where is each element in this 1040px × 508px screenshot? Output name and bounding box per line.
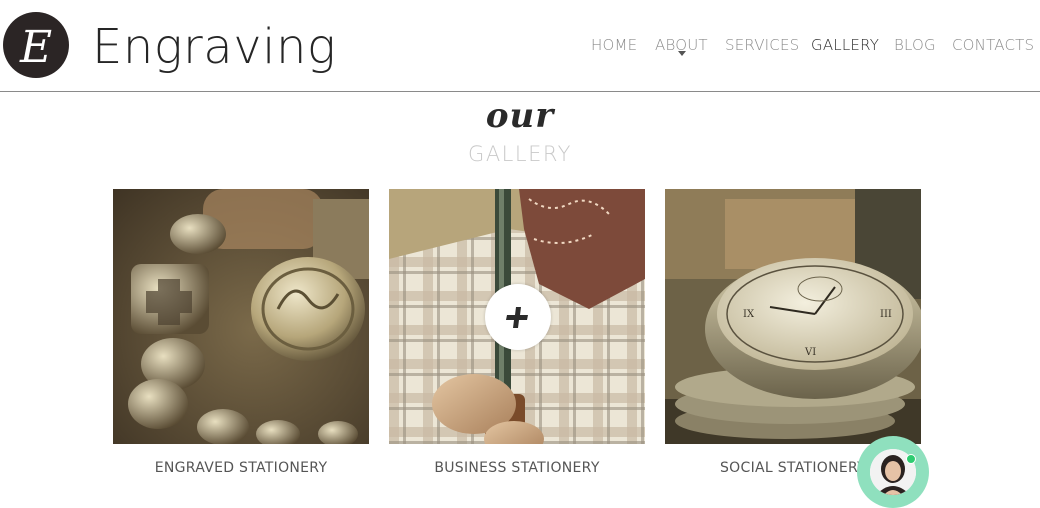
main-nav: HOME ABOUT SERVICES GALLERY BLOG CONTACT… bbox=[0, 36, 1040, 56]
nav-services[interactable]: SERVICES bbox=[725, 36, 799, 54]
chat-widget-button[interactable] bbox=[857, 436, 929, 508]
gallery-caption-business[interactable]: BUSINESS STATIONERY bbox=[389, 460, 645, 476]
gallery-item-engraved[interactable] bbox=[113, 189, 369, 444]
svg-text:IX: IX bbox=[743, 309, 755, 320]
plus-icon bbox=[506, 307, 528, 328]
bracelet-photo bbox=[113, 189, 369, 444]
gallery-caption-engraved[interactable]: ENGRAVED STATIONERY bbox=[113, 460, 369, 476]
online-status-dot bbox=[906, 454, 916, 464]
view-button[interactable] bbox=[485, 284, 551, 350]
section-script-title: our bbox=[485, 96, 555, 136]
svg-text:III: III bbox=[880, 309, 892, 320]
gallery-item-business[interactable] bbox=[389, 189, 645, 444]
nav-home[interactable]: HOME bbox=[591, 36, 637, 54]
section-title: GALLERY bbox=[468, 142, 572, 166]
nav-blog[interactable]: BLOG bbox=[894, 36, 936, 54]
site-header: E Engraving HOME ABOUT SERVICES GALLERY … bbox=[0, 0, 1040, 92]
pocket-watch-photo: IX III VI bbox=[665, 189, 921, 444]
nav-contacts[interactable]: CONTACTS bbox=[952, 36, 1034, 54]
nav-about[interactable]: ABOUT bbox=[655, 36, 708, 56]
caret-down-icon bbox=[678, 51, 686, 56]
nav-gallery[interactable]: GALLERY bbox=[811, 36, 879, 54]
svg-text:VI: VI bbox=[804, 347, 816, 358]
gallery-item-social[interactable]: IX III VI bbox=[665, 189, 921, 444]
